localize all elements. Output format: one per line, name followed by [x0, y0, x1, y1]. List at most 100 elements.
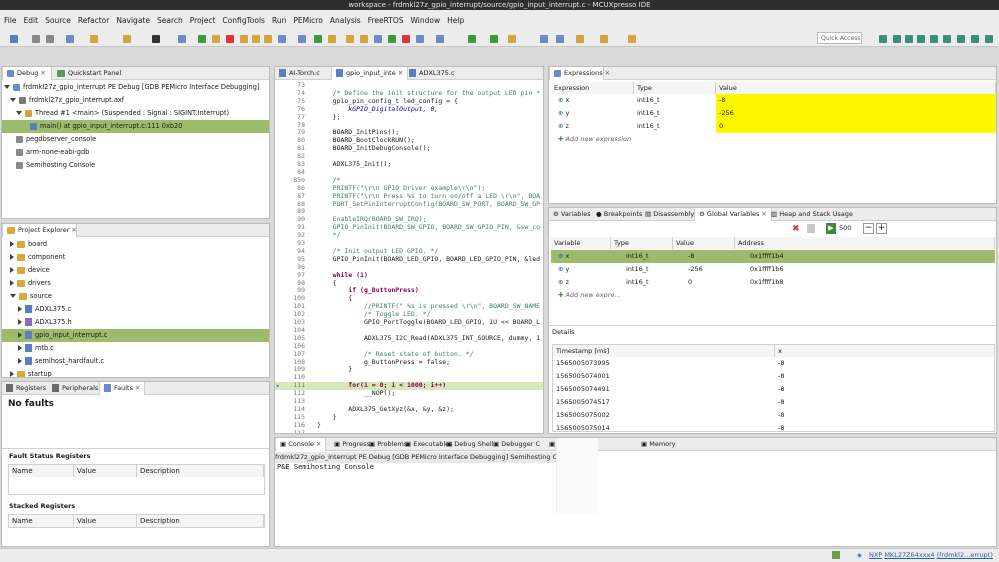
tab-registers[interactable]: Registers	[2, 382, 50, 395]
tree-item[interactable]: startup	[2, 368, 269, 377]
column-header[interactable]: Variable	[551, 237, 611, 249]
toolbar-button-icon[interactable]	[508, 35, 516, 43]
tab-console-0[interactable]: ▣ Console ✕	[275, 438, 327, 451]
toolbar-button-icon[interactable]	[490, 35, 498, 43]
toolbar-button-icon[interactable]	[540, 35, 548, 43]
toolbar-button-icon[interactable]	[556, 35, 564, 43]
tree-item[interactable]: source	[2, 290, 269, 303]
tree-item[interactable]: board	[2, 238, 269, 251]
tab-expressions[interactable]: Expressions ✕	[549, 67, 610, 80]
close-icon[interactable]: ✕	[135, 384, 140, 392]
toolbar-button-icon[interactable]	[212, 35, 220, 43]
column-header[interactable]: Value	[673, 237, 735, 249]
toolbar-button-icon[interactable]	[264, 35, 272, 43]
tab-faults[interactable]: Faults ✕	[99, 382, 146, 395]
toolbar-button-icon[interactable]	[252, 35, 260, 43]
tab-global-variables[interactable]: ⚙ Global Variables ✕	[694, 208, 772, 221]
menu-window[interactable]: Window	[411, 16, 441, 25]
expression-name[interactable]: ⊕ x	[555, 94, 634, 107]
refresh-interval-input[interactable]: 500	[839, 223, 861, 234]
expression-name[interactable]: ⊕ z	[555, 120, 634, 133]
perspective-icon[interactable]	[985, 35, 993, 43]
decrease-interval-button[interactable]: −	[863, 223, 874, 234]
column-header[interactable]: x	[775, 345, 994, 357]
toolbar-button-icon[interactable]	[388, 35, 396, 43]
toolbar-button-icon[interactable]	[314, 35, 322, 43]
menu-source[interactable]: Source	[45, 16, 71, 25]
toolbar-button-icon[interactable]	[416, 35, 424, 43]
tab-adxl375[interactable]: ADXL375.c	[405, 67, 459, 80]
close-icon[interactable]: ✕	[40, 69, 45, 77]
expression-value[interactable]: -256	[716, 107, 996, 120]
menu-run[interactable]: Run	[272, 16, 286, 25]
quick-access-input[interactable]: Quick Access	[817, 32, 862, 44]
debug-item-thread[interactable]: Thread #1 <main> (Suspended : Signal : S…	[2, 107, 269, 120]
tab-disassembly[interactable]: ▤ Disassembly	[641, 208, 698, 221]
column-header[interactable]: Value	[74, 515, 137, 527]
tree-item[interactable]: component	[2, 251, 269, 264]
add-expression-row[interactable]: ✚ Add new expression	[555, 133, 631, 146]
tab-console-7[interactable]: ▣ Memory	[637, 438, 680, 451]
tab-project-explorer[interactable]: Project Explorer ✕	[2, 224, 77, 237]
remove-all-icon[interactable]: ✖	[792, 224, 802, 234]
column-header[interactable]: Name	[9, 465, 74, 477]
menu-refactor[interactable]: Refactor	[78, 16, 109, 25]
toolbar-button-icon[interactable]	[32, 35, 40, 43]
toolbar-button-icon[interactable]	[152, 35, 160, 43]
expression-value[interactable]: 0	[716, 120, 996, 133]
toolbar-button-icon[interactable]	[298, 35, 306, 43]
tab-gpio-input-interrupt[interactable]: gpio_input_inte ✕	[331, 67, 409, 80]
toolbar-button-icon[interactable]	[576, 35, 584, 43]
toolbar-button-icon[interactable]	[240, 35, 248, 43]
menu-freertos[interactable]: FreeRTOS	[368, 16, 404, 25]
column-header[interactable]: Description	[137, 465, 264, 477]
tab-variables[interactable]: ⚙ Variables	[549, 208, 595, 221]
close-icon[interactable]: ✕	[398, 69, 403, 77]
column-header[interactable]: Type	[611, 237, 673, 249]
tree-item[interactable]: ADXL375.h	[2, 316, 269, 329]
add-global-row[interactable]: ✚ Add new expre...	[555, 289, 621, 302]
menu-pemicro[interactable]: PEMicro	[293, 16, 322, 25]
toolbar-button-icon[interactable]	[178, 35, 186, 43]
toolbar-button-icon[interactable]	[278, 35, 286, 43]
column-header[interactable]: Type	[634, 82, 716, 94]
toolbar-button-icon[interactable]	[90, 35, 98, 43]
menu-search[interactable]: Search	[157, 16, 183, 25]
code-text-area[interactable]: 73 74 /* Define the init structure for th…	[275, 81, 543, 433]
menu-analysis[interactable]: Analysis	[330, 16, 361, 25]
column-header[interactable]: Expression	[551, 82, 634, 94]
tab-quickstart[interactable]: Quickstart Panel	[53, 67, 125, 80]
toolbar-button-icon[interactable]	[66, 35, 74, 43]
toolbar-button-icon[interactable]	[436, 35, 444, 43]
perspective-icon[interactable]	[905, 35, 913, 43]
tab-console-5[interactable]: ▣ Debugger C	[489, 438, 544, 451]
tab-heap-stack[interactable]: ▥ Heap and Stack Usage	[767, 208, 857, 221]
toolbar-button-icon[interactable]	[360, 35, 368, 43]
menu-file[interactable]: File	[4, 16, 17, 25]
toolbar-button-icon[interactable]	[46, 35, 54, 43]
toolbar-button-icon[interactable]	[468, 35, 476, 43]
toolbar-button-icon[interactable]	[198, 35, 206, 43]
tree-item[interactable]: device	[2, 264, 269, 277]
menu-configtools[interactable]: ConfigTools	[222, 16, 265, 25]
column-header[interactable]: Description	[137, 515, 264, 527]
expression-name[interactable]: ⊕ y	[555, 107, 634, 120]
menu-navigate[interactable]: Navigate	[116, 16, 150, 25]
toolbar-button-icon[interactable]	[402, 35, 410, 43]
tree-item[interactable]: mtb.c	[2, 342, 269, 355]
perspective-icon[interactable]	[930, 35, 938, 43]
column-header[interactable]: Name	[9, 515, 74, 527]
toolbar-button-icon[interactable]	[374, 35, 382, 43]
perspective-icon[interactable]	[879, 35, 887, 43]
toolbar-button-icon[interactable]	[226, 35, 234, 43]
perspective-icon[interactable]	[917, 35, 925, 43]
column-header[interactable]: Value	[74, 465, 137, 477]
tab-breakpoints[interactable]: ● Breakpoints	[592, 208, 646, 221]
close-icon[interactable]: ✕	[71, 226, 76, 234]
console-output[interactable]: P&E Semihosting Console	[277, 463, 374, 471]
tab-ai-torch[interactable]: AI-Torch.c	[275, 67, 324, 80]
debug-item-gdb[interactable]: arm-none-eabi-gdb	[2, 146, 269, 159]
perspective-icon[interactable]	[957, 35, 965, 43]
tab-debug[interactable]: Debug ✕	[2, 67, 52, 80]
menu-project[interactable]: Project	[190, 16, 216, 25]
